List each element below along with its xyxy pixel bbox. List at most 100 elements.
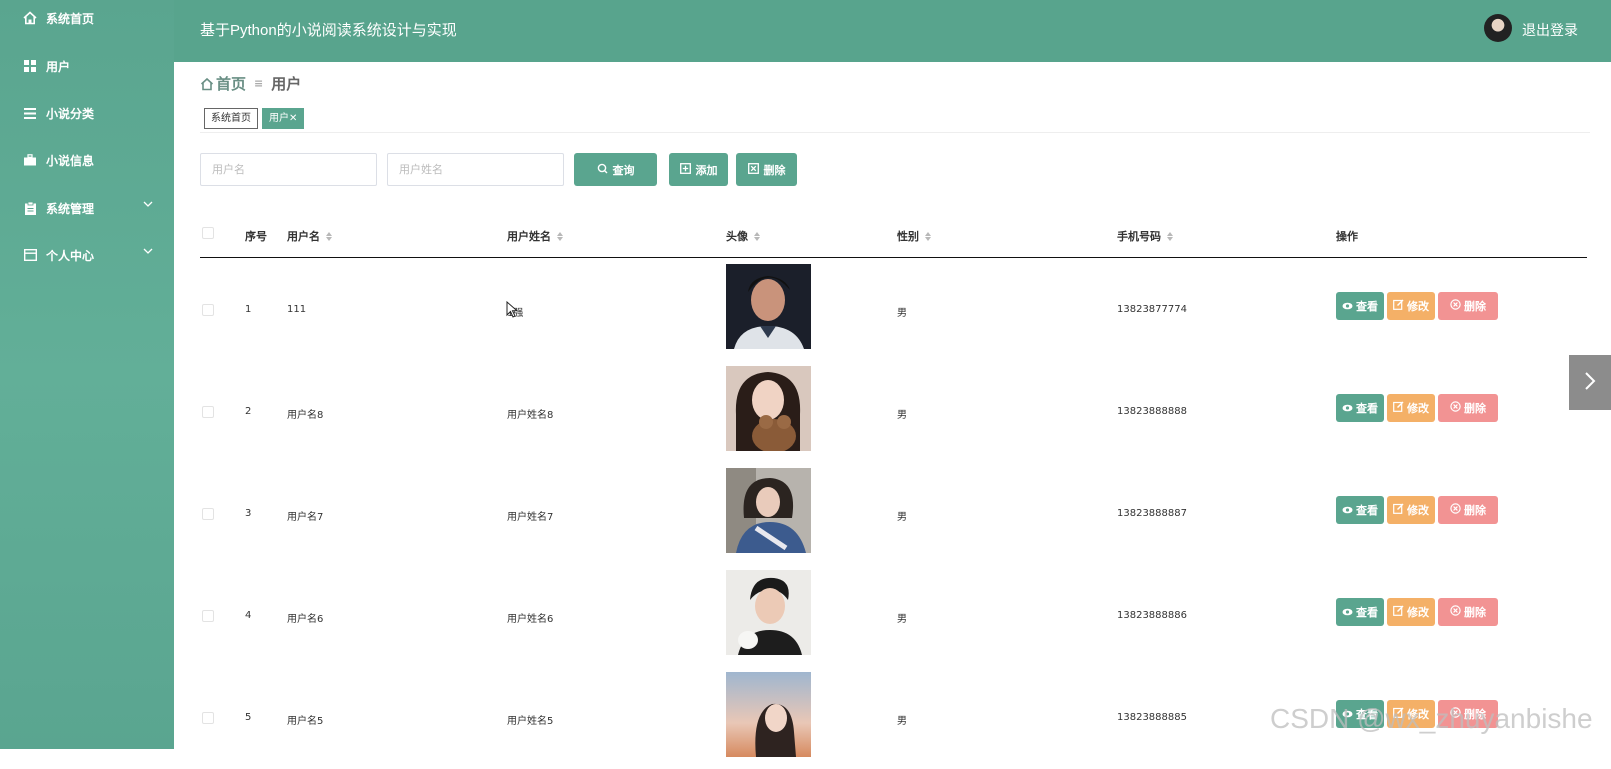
circle-close-icon: [1450, 299, 1461, 313]
plus-square-icon: [679, 162, 691, 177]
breadcrumb: 首页 ≡ 用户: [200, 73, 301, 94]
edit-button[interactable]: 修改: [1387, 394, 1435, 422]
tag-users[interactable]: 用户✕: [262, 108, 305, 129]
sort-icon[interactable]: [754, 231, 760, 241]
logout-button[interactable]: 退出登录: [1522, 20, 1578, 40]
sidebar-item-system[interactable]: 系统管理: [0, 185, 174, 231]
cell-gender: 男: [897, 614, 907, 625]
view-button[interactable]: 查看: [1336, 292, 1384, 320]
row-checkbox[interactable]: [202, 304, 214, 316]
eye-icon: [1342, 504, 1353, 517]
breadcrumb-home[interactable]: 首页: [216, 73, 246, 94]
user-avatar-image: [726, 366, 811, 451]
user-avatar-image: [726, 264, 811, 349]
cell-name: 用户姓名8: [507, 410, 554, 421]
clipboard-icon: [22, 200, 38, 216]
edit-icon: [1393, 401, 1404, 415]
edit-label: 修改: [1407, 504, 1429, 517]
query-button[interactable]: 查询: [574, 153, 657, 186]
edit-button[interactable]: 修改: [1387, 292, 1435, 320]
sidebar-item-label: 用户: [46, 59, 71, 74]
name-search-input[interactable]: [387, 153, 564, 186]
top-bar: 基于Python的小说阅读系统设计与实现 退出登录: [174, 0, 1611, 62]
sidebar-item-label: 系统管理: [46, 201, 95, 216]
table-row: 1 111 1强 男 13823877774 查看 修改 删除: [200, 259, 1587, 361]
edit-button[interactable]: 修改: [1387, 496, 1435, 524]
batch-delete-button[interactable]: 删除: [736, 153, 797, 186]
column-header-index: 序号: [245, 228, 267, 244]
sidebar-item-home[interactable]: 系统首页: [0, 0, 174, 41]
row-checkbox[interactable]: [202, 406, 214, 418]
sidebar-item-novel-info[interactable]: 小说信息: [0, 137, 174, 183]
edit-button[interactable]: 修改: [1387, 598, 1435, 626]
column-header-avatar[interactable]: 头像: [726, 228, 760, 244]
sidebar-item-label: 小说信息: [46, 153, 95, 168]
sidebar: 系统首页 用户 小说分类 小说信息 系统管理 个人中心: [0, 0, 174, 749]
cell-index: 2: [245, 406, 252, 417]
cell-index: 3: [245, 508, 252, 519]
user-avatar-image: [726, 672, 811, 757]
column-label: 序号: [245, 230, 267, 243]
view-button[interactable]: 查看: [1336, 598, 1384, 626]
cell-name: 用户姓名6: [507, 614, 554, 625]
briefcase-icon: [22, 152, 38, 168]
eye-icon: [1342, 300, 1353, 313]
column-header-gender[interactable]: 性别: [897, 228, 931, 244]
sidebar-item-novel-category[interactable]: 小说分类: [0, 90, 174, 136]
breadcrumb-current: 用户: [271, 75, 302, 93]
delete-button[interactable]: 删除: [1438, 292, 1498, 320]
cell-username: 用户名5: [287, 716, 324, 727]
delete-button[interactable]: 删除: [1438, 598, 1498, 626]
cell-index: 5: [245, 712, 252, 723]
cell-gender: 男: [897, 308, 907, 319]
list-icon: [22, 105, 38, 121]
chevron-down-icon: [142, 245, 156, 259]
sidebar-item-users[interactable]: 用户: [0, 43, 174, 89]
delete-button[interactable]: 删除: [1438, 496, 1498, 524]
column-label: 手机号码: [1117, 230, 1161, 243]
column-label: 用户姓名: [507, 230, 551, 243]
username-search-input[interactable]: [200, 153, 377, 186]
delete-button[interactable]: 删除: [1438, 394, 1498, 422]
cell-phone: 13823888885: [1117, 712, 1187, 723]
column-label: 性别: [897, 230, 919, 243]
row-checkbox[interactable]: [202, 508, 214, 520]
column-header-phone[interactable]: 手机号码: [1117, 228, 1173, 244]
chevron-right-icon: [1583, 370, 1597, 396]
add-button[interactable]: 添加: [669, 153, 728, 186]
row-checkbox[interactable]: [202, 610, 214, 622]
home-icon: [22, 10, 38, 26]
cell-gender: 男: [897, 410, 907, 421]
tag-home[interactable]: 系统首页: [204, 108, 258, 129]
view-label: 查看: [1356, 402, 1378, 415]
close-icon[interactable]: ✕: [289, 113, 297, 124]
view-button[interactable]: 查看: [1336, 496, 1384, 524]
circle-close-icon: [1450, 503, 1461, 517]
sort-icon[interactable]: [925, 231, 931, 241]
view-label: 查看: [1356, 606, 1378, 619]
sort-icon[interactable]: [1167, 231, 1173, 241]
sort-icon[interactable]: [326, 231, 332, 241]
cell-index: 1: [245, 304, 252, 315]
sort-icon[interactable]: [557, 231, 563, 241]
sidebar-item-profile[interactable]: 个人中心: [0, 232, 174, 278]
tags-view: 系统首页 用户✕: [204, 108, 305, 129]
delete-label: 删除: [1464, 606, 1486, 619]
select-all-checkbox[interactable]: [202, 227, 214, 239]
edit-icon: [1393, 299, 1404, 313]
edit-icon: [1393, 605, 1404, 619]
cell-phone: 13823888886: [1117, 610, 1187, 621]
column-header-actions: 操作: [1336, 228, 1358, 244]
edit-label: 修改: [1407, 402, 1429, 415]
view-button[interactable]: 查看: [1336, 394, 1384, 422]
cell-username: 用户名6: [287, 614, 324, 625]
column-header-name[interactable]: 用户姓名: [507, 228, 563, 244]
avatar[interactable]: [1484, 14, 1512, 42]
next-page-arrow[interactable]: [1569, 355, 1611, 410]
delete-label: 删除: [1464, 402, 1486, 415]
column-header-username[interactable]: 用户名: [287, 228, 332, 244]
row-checkbox[interactable]: [202, 712, 214, 724]
mouse-cursor-icon: [506, 300, 519, 322]
delete-square-icon: [747, 162, 759, 177]
edit-label: 修改: [1407, 300, 1429, 313]
